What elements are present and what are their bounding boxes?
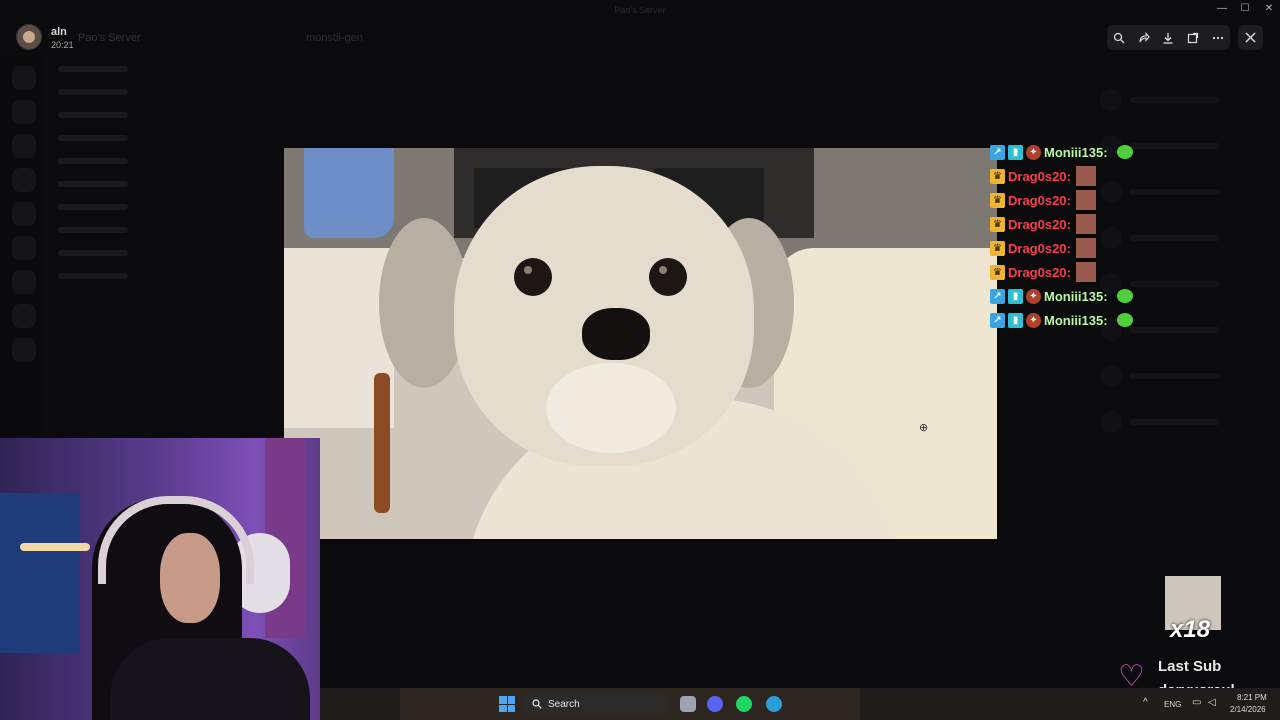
channel-item[interactable]: [58, 150, 248, 172]
channel-name: monstii-gen: [306, 32, 363, 44]
blue-badge-icon: ↗: [990, 288, 1005, 304]
crown-badge-icon: ♛: [990, 264, 1005, 280]
chat-username[interactable]: Moniii135:: [1044, 313, 1108, 328]
open-external-icon[interactable]: [1185, 30, 1201, 46]
channel-list: [48, 58, 248, 288]
server-name: Pao's Server: [78, 32, 141, 44]
chat-message: ♛ Drag0s20:: [990, 236, 1170, 260]
forward-icon[interactable]: [1136, 30, 1152, 46]
channel-item[interactable]: [58, 127, 248, 149]
volume-icon[interactable]: ◁: [1208, 697, 1216, 708]
crown-badge-icon: ♛: [990, 192, 1005, 208]
chat-username[interactable]: Drag0s20:: [1008, 169, 1071, 184]
zoom-cursor-icon: ⊕: [919, 422, 929, 434]
server-rail: [0, 56, 44, 436]
teal-badge-icon: ▮: [1008, 288, 1023, 304]
close-viewer-button[interactable]: [1238, 25, 1263, 50]
server-icon[interactable]: [12, 168, 36, 192]
edge-icon[interactable]: [766, 696, 782, 712]
search-label: Search: [548, 698, 580, 710]
red-badge-icon: ✦: [1026, 144, 1041, 160]
chat-message: ♛ Drag0s20:: [990, 188, 1170, 212]
teal-badge-icon: ▮: [1008, 312, 1023, 328]
close-icon: [1245, 32, 1256, 43]
channel-item[interactable]: [58, 173, 248, 195]
drag-emote-icon: [1075, 238, 1096, 258]
drag-emote-icon: [1075, 190, 1096, 210]
uploader-name: aln: [51, 26, 67, 38]
avatar[interactable]: [16, 24, 42, 50]
member-item[interactable]: [1100, 356, 1270, 396]
chat-message: ♛ Drag0s20:: [990, 260, 1170, 284]
member-item[interactable]: [1100, 402, 1270, 442]
channel-item[interactable]: [58, 265, 248, 287]
channel-item[interactable]: [58, 81, 248, 103]
server-icon[interactable]: [12, 66, 36, 90]
blue-badge-icon: ↗: [990, 144, 1005, 160]
frog-emote-icon: [1116, 289, 1133, 303]
clock-time[interactable]: 8:21 PM: [1237, 693, 1267, 702]
stream-chat-overlay: ↗ ▮ ✦ Moniii135: ♛ Drag0s20: ♛ Drag0s20: ♛ Drag0s…: [990, 140, 1170, 332]
server-icon[interactable]: [12, 338, 36, 362]
channel-item[interactable]: [58, 219, 248, 241]
clock-date[interactable]: 2/14/2026: [1230, 705, 1266, 714]
channel-item[interactable]: [58, 104, 248, 126]
crown-badge-icon: ♛: [990, 240, 1005, 256]
network-icon[interactable]: ▭: [1192, 697, 1201, 708]
chat-message: ♛ Drag0s20:: [990, 212, 1170, 236]
chat-username[interactable]: Drag0s20:: [1008, 241, 1071, 256]
search-icon: [532, 699, 542, 709]
chat-username[interactable]: Moniii135:: [1044, 289, 1108, 304]
channel-item[interactable]: [58, 58, 248, 80]
tray-chevron-icon[interactable]: ^: [1143, 697, 1148, 708]
drag-emote-icon: [1075, 262, 1096, 282]
channel-item[interactable]: [58, 242, 248, 264]
language-indicator[interactable]: ENG: [1164, 700, 1181, 709]
server-icon[interactable]: [12, 202, 36, 226]
blue-badge-icon: ↗: [990, 312, 1005, 328]
chat-username[interactable]: Moniii135:: [1044, 145, 1108, 160]
server-icon[interactable]: [12, 270, 36, 294]
chat-username[interactable]: Drag0s20:: [1008, 265, 1071, 280]
chat-message: ↗ ▮ ✦ Moniii135:: [990, 284, 1170, 308]
server-icon[interactable]: [12, 236, 36, 260]
member-item[interactable]: [1100, 80, 1270, 120]
chat-username[interactable]: Drag0s20:: [1008, 217, 1071, 232]
red-badge-icon: ✦: [1026, 312, 1041, 328]
frog-emote-icon: [1116, 313, 1133, 327]
crown-badge-icon: ♛: [990, 216, 1005, 232]
task-view-icon[interactable]: [680, 696, 696, 712]
webcam-overlay: [0, 438, 320, 720]
zoom-icon[interactable]: [1111, 30, 1127, 46]
maximize-icon[interactable]: ☐: [1238, 3, 1252, 14]
windows-start-icon[interactable]: [499, 696, 515, 712]
server-icon[interactable]: [12, 304, 36, 328]
chat-message: ↗ ▮ ✦ Moniii135:: [990, 308, 1170, 332]
spotify-icon[interactable]: [736, 696, 752, 712]
more-icon[interactable]: [1210, 30, 1226, 46]
channel-item[interactable]: [58, 196, 248, 218]
window-close-icon[interactable]: ✕: [1262, 3, 1276, 14]
viewer-image[interactable]: [284, 148, 997, 539]
chat-message: ↗ ▮ ✦ Moniii135:: [990, 140, 1170, 164]
sub-count: x18: [1170, 616, 1211, 643]
upload-time: 20:21: [51, 40, 74, 50]
download-icon[interactable]: [1160, 30, 1176, 46]
crown-badge-icon: ♛: [990, 168, 1005, 184]
server-icon[interactable]: [12, 100, 36, 124]
chat-username[interactable]: Drag0s20:: [1008, 193, 1071, 208]
image-toolbar: [1107, 25, 1230, 50]
window-title: Pao's Server: [614, 5, 666, 15]
discord-icon[interactable]: [707, 696, 723, 712]
taskbar-search[interactable]: Search: [522, 692, 670, 716]
minimize-icon[interactable]: —: [1215, 3, 1229, 14]
red-badge-icon: ✦: [1026, 288, 1041, 304]
server-icon[interactable]: [12, 134, 36, 158]
frog-emote-icon: [1116, 145, 1133, 159]
last-sub-label: Last Sub: [1158, 658, 1222, 675]
drag-emote-icon: [1075, 214, 1096, 234]
teal-badge-icon: ▮: [1008, 144, 1023, 160]
chat-message: ♛ Drag0s20:: [990, 164, 1170, 188]
drag-emote-icon: [1075, 166, 1096, 186]
